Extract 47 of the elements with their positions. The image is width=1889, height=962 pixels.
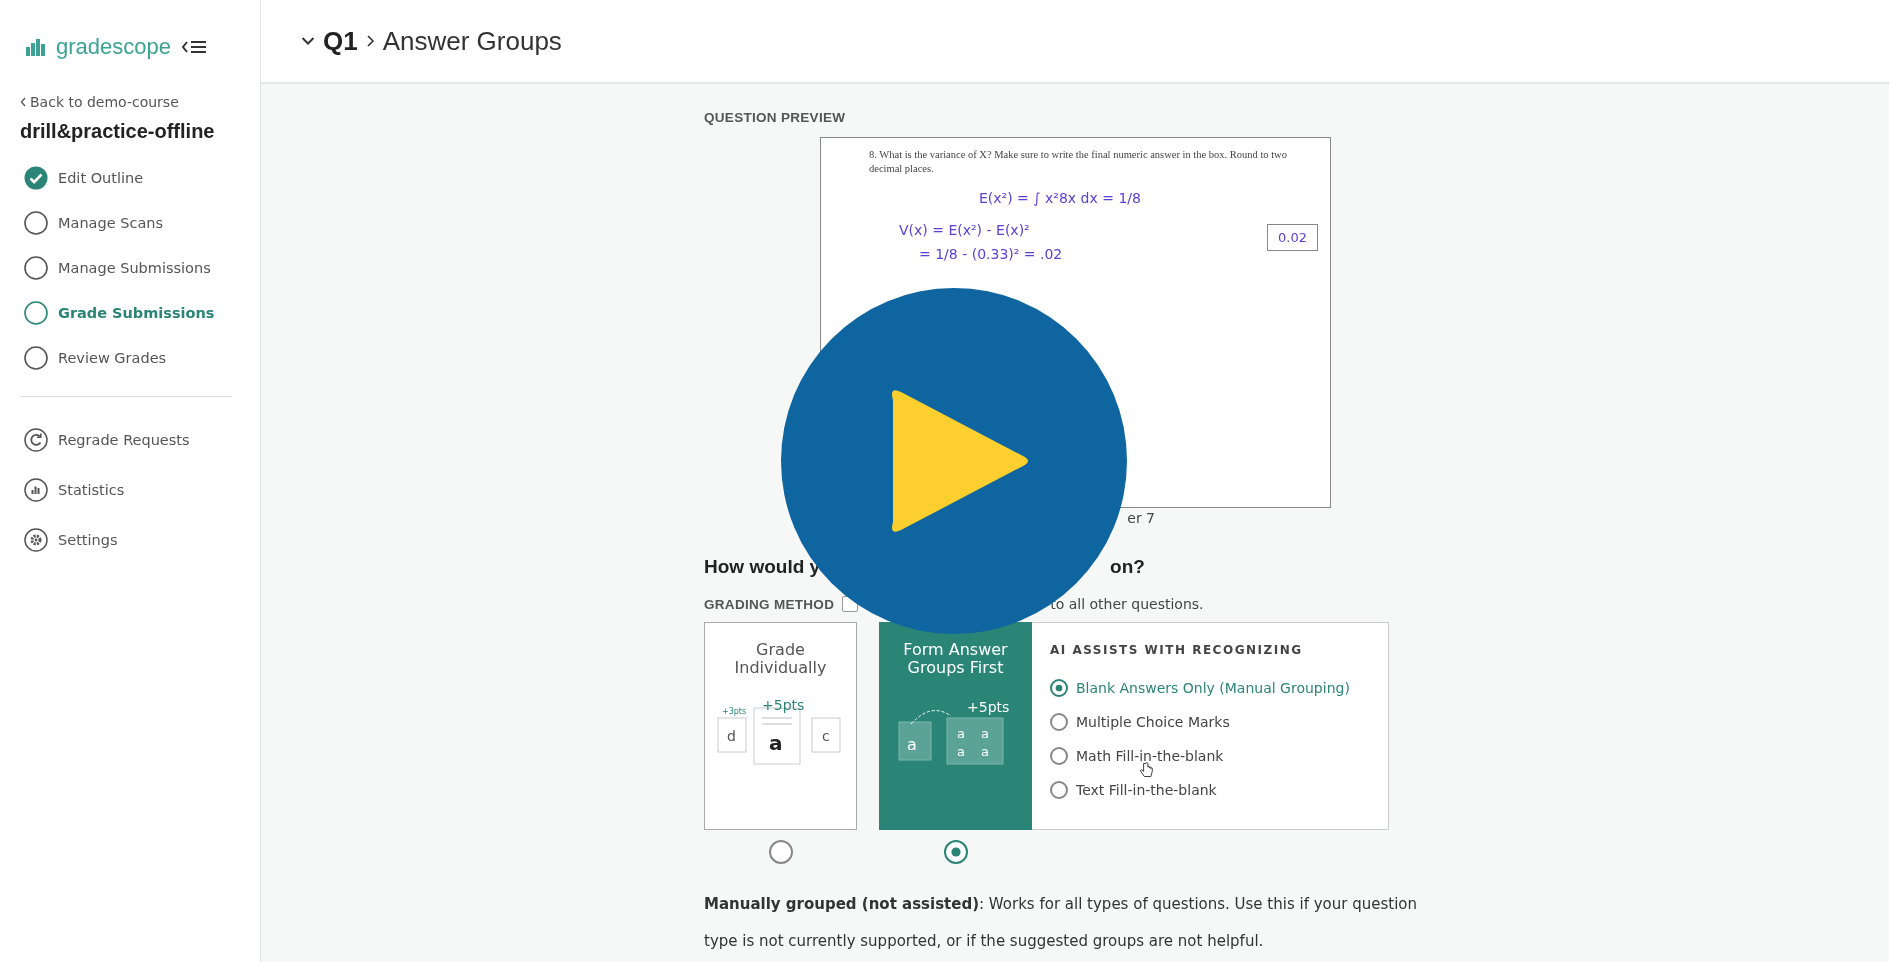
- sidebar-step[interactable]: Edit Outline: [20, 155, 232, 200]
- hand-cursor-icon: [1140, 762, 1153, 778]
- settings-icon: [24, 528, 48, 552]
- collapse-menu-icon[interactable]: [181, 39, 207, 55]
- handwritten-line: V(x) = E(x²) - E(x)²: [899, 222, 1030, 239]
- sidebar-item[interactable]: Regrade Requests: [20, 415, 232, 465]
- option-label[interactable]: Math Fill-in-the-blank: [1076, 748, 1224, 764]
- answer-box: 0.02: [1267, 224, 1318, 251]
- section-label: QUESTION PREVIEW: [704, 110, 847, 125]
- method-description: Manually grouped (not assisted): Works for all types of questions. Use this if your question type is not currently supported, or if the suggested groups are not helpful.: [704, 894, 1419, 952]
- grading-method-card[interactable]: Form Answer Groups First +5pts a a a a a: [879, 622, 1032, 830]
- radio-button[interactable]: [1050, 747, 1068, 765]
- grouped-papers-drawing: +5pts a a a a a: [890, 695, 1021, 766]
- course-title: drill&practice-offline: [20, 120, 216, 143]
- panel-title: AI ASSISTS WITH RECOGNIZING: [1050, 643, 1304, 657]
- sidebar-step[interactable]: Manage Scans: [20, 200, 232, 245]
- question-heading: on?: [1110, 556, 1145, 578]
- sidebar-item[interactable]: Statistics: [20, 465, 232, 515]
- radio-button[interactable]: [1050, 679, 1068, 697]
- bar-chart-icon: [24, 478, 48, 502]
- sidebar-step[interactable]: Review Grades: [20, 335, 232, 380]
- chevron-left-icon: [20, 97, 26, 107]
- chevron-down-icon[interactable]: [301, 36, 315, 46]
- radio-button[interactable]: [943, 840, 968, 864]
- handwritten-line: = 1/8 - (0.33)² = .02: [919, 246, 1063, 263]
- radio-button[interactable]: [768, 840, 793, 864]
- page-caption: er 7: [1127, 510, 1155, 526]
- sidebar-step[interactable]: Grade Submissions: [20, 290, 232, 335]
- logo-text: gradescope: [56, 34, 171, 60]
- graded-papers-drawing: +3pts +5pts d a c: [715, 695, 846, 766]
- handwritten-line: E(x²) = ∫ x²8x dx = 1/8: [979, 190, 1141, 207]
- grading-method-card[interactable]: Grade Individually +3pts +5pts d a c: [704, 622, 857, 830]
- page-title: Answer Groups: [382, 25, 562, 57]
- sidebar-item[interactable]: Settings: [20, 515, 232, 565]
- option-label[interactable]: Multiple Choice Marks: [1076, 714, 1230, 730]
- section-label: GRADING METHOD: [704, 596, 835, 612]
- option-label[interactable]: Blank Answers Only (Manual Grouping): [1076, 680, 1350, 696]
- radio-button[interactable]: [1050, 713, 1068, 731]
- radio-button[interactable]: [1050, 781, 1068, 799]
- chevron-right-icon: [365, 34, 375, 48]
- logo-bars-icon: [26, 38, 46, 56]
- back-link[interactable]: Back to demo-course: [30, 94, 179, 110]
- question-prompt: 8. What is the variance of X? Make sure to write the final numeric answer in the box. Round to two decimal places.: [869, 148, 1288, 177]
- sidebar-step[interactable]: Manage Submissions: [20, 245, 232, 290]
- option-label[interactable]: Text Fill-in-the-blank: [1076, 782, 1217, 798]
- refresh-icon: [24, 428, 48, 452]
- question-number: Q1: [323, 25, 358, 57]
